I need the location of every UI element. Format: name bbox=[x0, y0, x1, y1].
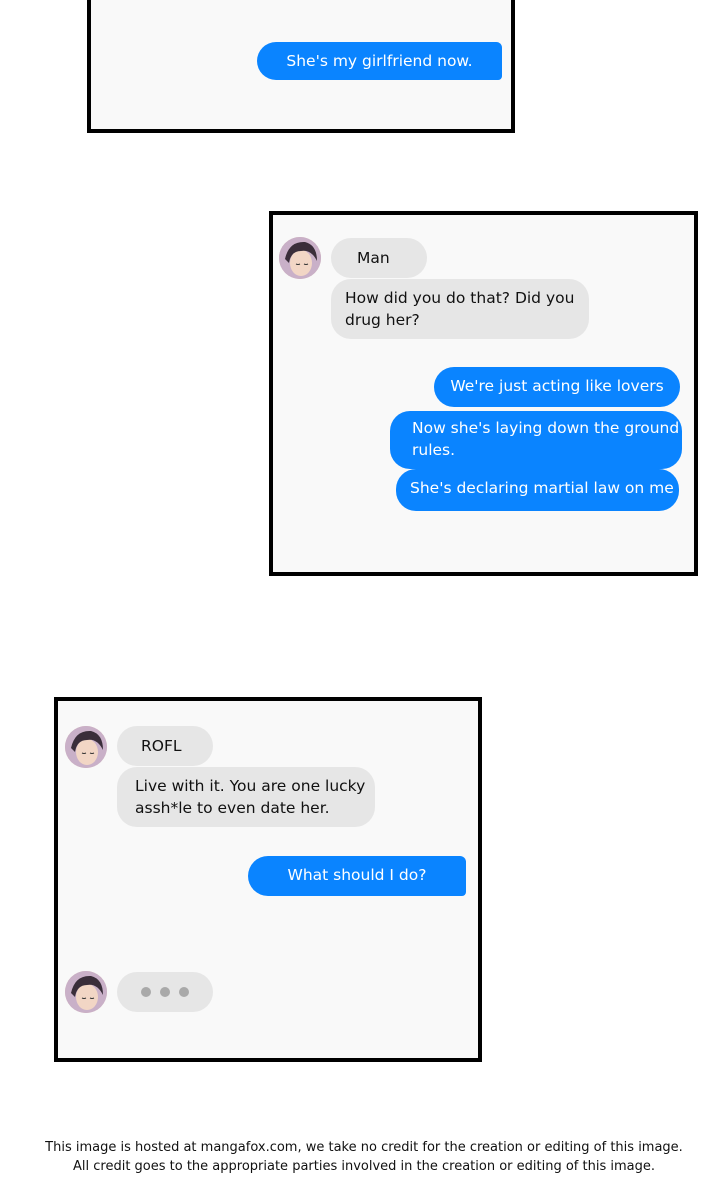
outgoing-message: What should I do? bbox=[248, 856, 466, 896]
credit-line-2: All credit goes to the appropriate parti… bbox=[73, 1159, 655, 1174]
message-line: assh*le to even date her. bbox=[135, 799, 330, 817]
sender-name-bubble: ROFL bbox=[117, 726, 213, 766]
typing-indicator bbox=[117, 972, 213, 1012]
typing-dot bbox=[179, 987, 189, 997]
chat-panel-3: ROFL Live with it. You are one lucky ass… bbox=[54, 697, 482, 1062]
outgoing-message: We're just acting like lovers bbox=[434, 367, 680, 407]
outgoing-message: She's declaring martial law on me bbox=[396, 469, 679, 511]
typing-dot bbox=[160, 987, 170, 997]
typing-dot bbox=[141, 987, 151, 997]
credit-line-1: This image is hosted at mangafox.com, we… bbox=[45, 1140, 683, 1155]
message-line: Now she's laying down the ground bbox=[412, 419, 680, 437]
message-line: drug her? bbox=[345, 311, 420, 329]
outgoing-message: Now she's laying down the ground rules. bbox=[390, 411, 682, 469]
outgoing-message: She's my girlfriend now. bbox=[257, 42, 502, 80]
avatar-face-icon bbox=[279, 237, 321, 279]
message-line: Live with it. You are one lucky bbox=[135, 777, 366, 795]
avatar bbox=[65, 726, 107, 768]
sender-name-bubble: Man bbox=[331, 238, 427, 278]
chat-panel-2: Man How did you do that? Did you drug he… bbox=[269, 211, 698, 576]
avatar bbox=[279, 237, 321, 279]
message-line: rules. bbox=[412, 441, 456, 459]
avatar-face-icon bbox=[65, 971, 107, 1013]
avatar-face-icon bbox=[65, 726, 107, 768]
avatar bbox=[65, 971, 107, 1013]
chat-panel-1: She's my girlfriend now. bbox=[87, 0, 515, 133]
incoming-message: Live with it. You are one lucky assh*le … bbox=[117, 767, 375, 827]
message-line: How did you do that? Did you bbox=[345, 289, 575, 307]
incoming-message: How did you do that? Did you drug her? bbox=[331, 279, 589, 339]
